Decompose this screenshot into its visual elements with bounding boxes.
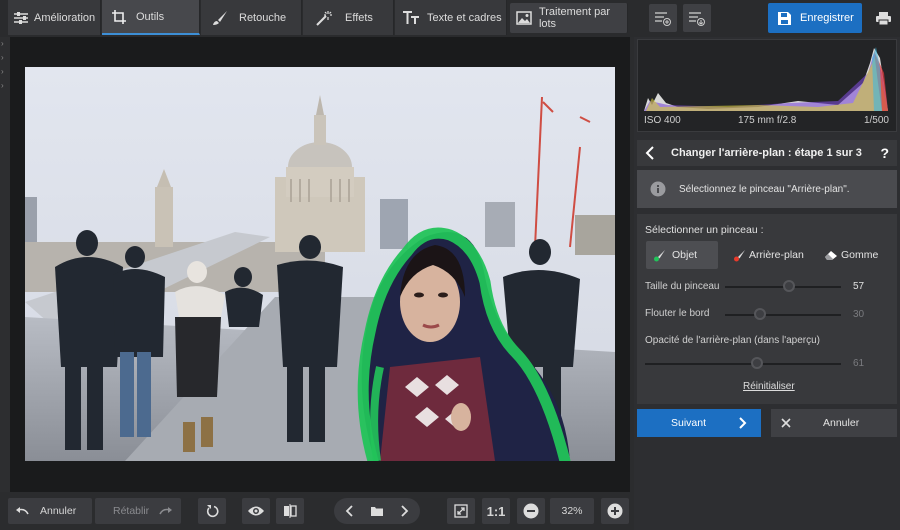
top-toolbar: Amélioration Outils Retouche Effets Text… [0,0,900,37]
help-icon[interactable]: ? [880,145,889,161]
brush-size-label: Taille du pinceau [645,281,720,292]
crop-icon [102,9,136,25]
chevron-right-icon: › [1,81,4,90]
tab-label: Texte et cadres [427,11,502,24]
preset-add-button[interactable] [649,4,677,32]
tab-texte-cadres[interactable]: Texte et cadres [395,0,507,35]
next-label: Suivant [671,417,707,429]
brush-label: Arrière-plan [749,249,804,261]
brush-panel: Sélectionner un pinceau : Objet Arrière-… [637,214,897,404]
sliders-plus-icon [654,10,672,26]
back-arrow-icon[interactable] [637,146,663,160]
wizard-title: Changer l'arrière-plan : étape 1 sur 3 [671,147,862,159]
undo-button[interactable]: Annuler [8,498,92,524]
tab-label: Outils [136,10,165,23]
wizard-header: Changer l'arrière-plan : étape 1 sur 3 ? [637,140,897,166]
chevron-right-icon [739,417,747,429]
compare-icon [283,504,297,518]
save-button[interactable]: Enregistrer [768,3,862,33]
next-arrow-icon[interactable] [391,505,419,517]
rotate-icon [205,504,219,518]
bottom-toolbar: Annuler Rétablir 1:1 32% [0,492,634,530]
folder-icon[interactable] [363,505,391,517]
tab-label: Amélioration [34,11,96,24]
edge-blur-track[interactable] [725,314,841,316]
close-icon [781,418,811,428]
chevron-right-icon: › [1,67,4,76]
brush-label: Gomme [841,249,879,261]
redo-icon [159,506,173,516]
tab-amelioration[interactable]: Amélioration [8,0,101,35]
bg-opacity-label: Opacité de l'arrière-plan (dans l'aperçu… [645,335,821,346]
tab-label: Traitement par lots [538,6,611,30]
cancel-label: Annuler [823,417,860,429]
edge-blur-knob[interactable] [754,308,766,320]
eraser-icon [821,249,841,261]
tab-traitement-lots[interactable]: Traitement par lots [510,3,628,33]
tab-label: Retouche [239,11,287,24]
magic-wand-icon [303,10,345,26]
tab-label: Effets [345,11,373,24]
bg-opacity-value: 61 [853,358,865,369]
photo-preview[interactable] [25,67,615,461]
next-button[interactable]: Suivant [637,409,761,437]
file-navigation [334,498,420,524]
prev-arrow-icon[interactable] [335,505,363,517]
tab-retouche[interactable]: Retouche [201,0,302,35]
info-message: Sélectionnez le pinceau "Arrière-plan". [637,170,897,208]
info-text: Sélectionnez le pinceau "Arrière-plan". [679,183,850,195]
brush-size-knob[interactable] [783,280,795,292]
sliders-download-icon [688,10,706,26]
chevron-right-icon: › [1,53,4,62]
undo-label: Annuler [40,505,77,517]
redo-label: Rétablir [113,505,150,517]
rotate-button[interactable] [198,498,226,524]
brush-red-icon [729,249,749,262]
expand-icon [454,504,468,518]
cancel-button[interactable]: Annuler [771,409,897,437]
chevron-right-icon: › [1,39,4,48]
text-icon [395,10,427,25]
brush-size-value: 57 [853,281,865,292]
redo-button[interactable]: Rétablir [95,498,181,524]
preset-download-button[interactable] [683,4,711,32]
zoom-level[interactable]: 32% [550,498,594,524]
printer-icon [875,11,892,26]
zoom-in-button[interactable] [601,498,629,524]
fit-screen-button[interactable] [447,498,475,524]
edge-blur-value: 30 [853,309,865,320]
bg-opacity-track[interactable] [645,363,841,365]
actual-size-button[interactable]: 1:1 [482,498,510,524]
eye-icon [247,505,265,517]
save-label: Enregistrer [800,12,854,24]
image-icon [510,11,539,25]
exif-info: ISO 400 175 mm f/2.8 1/500 [637,112,897,130]
preview-button[interactable] [242,498,270,524]
tab-effets[interactable]: Effets [303,0,394,35]
edge-blur-label: Flouter le bord [645,308,710,319]
brush-green-icon [646,249,672,262]
sliders-icon [8,11,34,25]
minus-circle-icon [523,503,539,519]
compare-button[interactable] [276,498,304,524]
tab-outils[interactable]: Outils [102,0,200,35]
plus-circle-icon [607,503,623,519]
zoom-out-button[interactable] [517,498,545,524]
brush-icon [201,10,239,26]
brush-object-button[interactable]: Objet [646,241,718,269]
bg-opacity-knob[interactable] [751,357,763,369]
reset-link[interactable]: Réinitialiser [743,381,795,392]
floppy-disk-icon [768,11,800,26]
eraser-button[interactable]: Gomme [821,241,893,269]
brush-background-button[interactable]: Arrière-plan [729,241,809,269]
collapsed-side-strip[interactable]: › › › › [0,37,10,492]
select-brush-label: Sélectionner un pinceau : [645,224,764,236]
info-icon [643,181,673,197]
brush-label: Objet [672,249,698,261]
lens-value: 175 mm f/2.8 [738,115,797,126]
print-button[interactable] [869,4,897,32]
iso-value: ISO 400 [644,115,681,126]
shutter-value: 1/500 [863,115,889,126]
undo-icon [8,506,36,516]
